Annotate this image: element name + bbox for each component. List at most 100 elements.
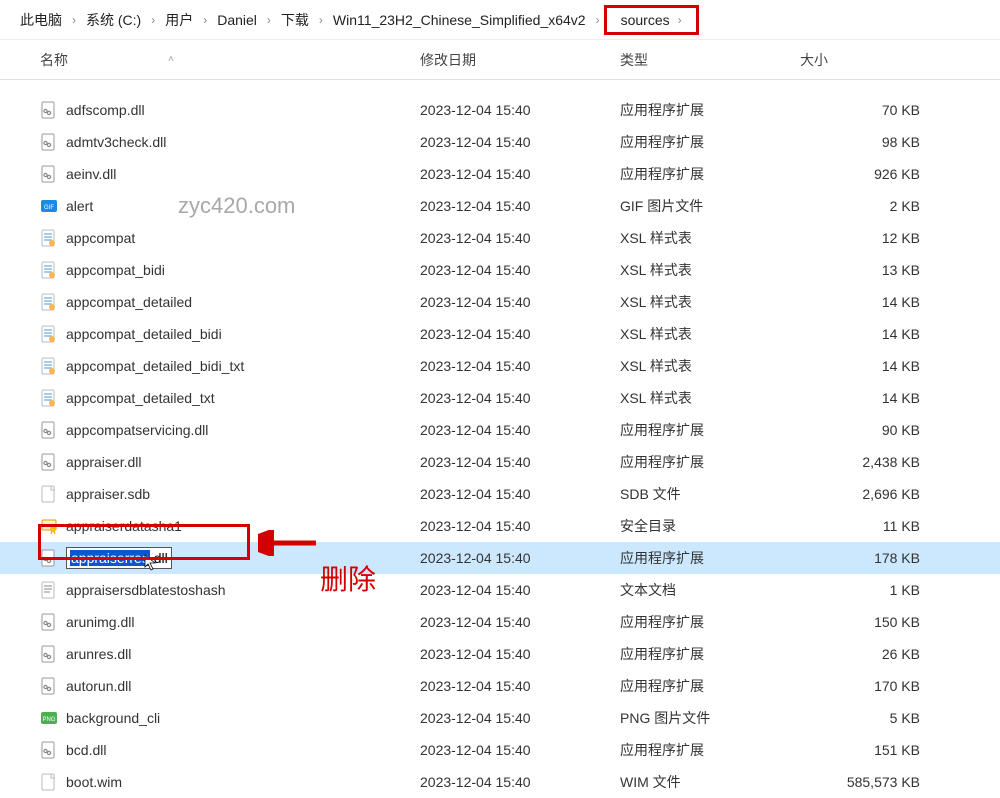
file-row[interactable]: arunres.dll2023-12-04 15:40应用程序扩展26 KB	[0, 638, 1000, 670]
file-size: 98 KB	[800, 134, 940, 150]
file-date: 2023-12-04 15:40	[420, 646, 620, 662]
file-row[interactable]: appraiser.dll2023-12-04 15:40应用程序扩展2,438…	[0, 446, 1000, 478]
dll-file-icon	[40, 165, 58, 183]
file-size: 170 KB	[800, 678, 940, 694]
file-file-icon	[40, 773, 58, 791]
breadcrumb-item-current[interactable]: sources	[617, 10, 674, 30]
column-header-row: 名称 ˄ 修改日期 类型 大小	[0, 40, 1000, 80]
xsl-file-icon	[40, 325, 58, 343]
file-size: 11 KB	[800, 518, 940, 534]
column-header-date[interactable]: 修改日期	[420, 50, 620, 70]
file-row[interactable]: appraisersdblatestoshash2023-12-04 15:40…	[0, 574, 1000, 606]
breadcrumb-item[interactable]: Daniel	[211, 10, 263, 30]
xsl-file-icon	[40, 293, 58, 311]
breadcrumb-item[interactable]: Win11_23H2_Chinese_Simplified_x64v2	[327, 10, 592, 30]
file-row[interactable]: appraiserdatasha12023-12-04 15:40安全目录11 …	[0, 510, 1000, 542]
chevron-right-icon[interactable]: ›	[68, 13, 80, 27]
file-file-icon	[40, 485, 58, 503]
file-name: appcompat_detailed_bidi	[66, 326, 222, 342]
file-type: GIF 图片文件	[620, 196, 800, 216]
file-name: appcompat_detailed_bidi_txt	[66, 358, 244, 374]
file-size: 151 KB	[800, 742, 940, 758]
file-row[interactable]: GIFalert2023-12-04 15:40GIF 图片文件2 KB	[0, 190, 1000, 222]
file-name: arunres.dll	[66, 646, 131, 662]
file-row[interactable]: appraiserres.dll2023-12-04 15:40应用程序扩展17…	[0, 542, 1000, 574]
file-date: 2023-12-04 15:40	[420, 390, 620, 406]
file-name: adfscomp.dll	[66, 102, 145, 118]
file-row[interactable]: appcompat_bidi2023-12-04 15:40XSL 样式表13 …	[0, 254, 1000, 286]
dll-file-icon	[40, 453, 58, 471]
file-size: 12 KB	[800, 230, 940, 246]
file-type: 应用程序扩展	[620, 676, 800, 696]
file-date: 2023-12-04 15:40	[420, 774, 620, 790]
svg-text:GIF: GIF	[44, 205, 54, 211]
file-row[interactable]: arunimg.dll2023-12-04 15:40应用程序扩展150 KB	[0, 606, 1000, 638]
file-type: 应用程序扩展	[620, 452, 800, 472]
file-size: 90 KB	[800, 422, 940, 438]
chevron-right-icon[interactable]: ›	[315, 13, 327, 27]
column-header-type[interactable]: 类型	[620, 50, 800, 70]
breadcrumb-item[interactable]: 此电脑	[14, 8, 68, 32]
chevron-right-icon[interactable]: ›	[263, 13, 275, 27]
file-type: XSL 样式表	[620, 388, 800, 408]
file-row[interactable]: appcompatservicing.dll2023-12-04 15:40应用…	[0, 414, 1000, 446]
file-date: 2023-12-04 15:40	[420, 486, 620, 502]
file-type: XSL 样式表	[620, 260, 800, 280]
file-name: appcompat_bidi	[66, 262, 165, 278]
file-name: bcd.dll	[66, 742, 106, 758]
file-date: 2023-12-04 15:40	[420, 230, 620, 246]
dll-file-icon	[40, 741, 58, 759]
chevron-right-icon[interactable]: ›	[147, 13, 159, 27]
chevron-right-icon[interactable]: ›	[199, 13, 211, 27]
file-type: 应用程序扩展	[620, 740, 800, 760]
file-name: appraisersdblatestoshash	[66, 582, 226, 598]
breadcrumb-item[interactable]: 下载	[275, 8, 315, 32]
breadcrumb-item[interactable]: 系统 (C:)	[80, 8, 147, 32]
file-date: 2023-12-04 15:40	[420, 710, 620, 726]
file-date: 2023-12-04 15:40	[420, 678, 620, 694]
file-name: aeinv.dll	[66, 166, 116, 182]
file-row[interactable]: autorun.dll2023-12-04 15:40应用程序扩展170 KB	[0, 670, 1000, 702]
file-row[interactable]: boot.wim2023-12-04 15:40WIM 文件585,573 KB	[0, 766, 1000, 798]
file-row[interactable]: bcd.dll2023-12-04 15:40应用程序扩展151 KB	[0, 734, 1000, 766]
breadcrumb-item[interactable]: 用户	[159, 8, 199, 32]
file-size: 926 KB	[800, 166, 940, 182]
file-size: 14 KB	[800, 358, 940, 374]
file-size: 178 KB	[800, 550, 940, 566]
dll-file-icon	[40, 421, 58, 439]
file-type: XSL 样式表	[620, 228, 800, 248]
file-name: boot.wim	[66, 774, 122, 790]
svg-text:PNG: PNG	[42, 717, 55, 723]
xsl-file-icon	[40, 357, 58, 375]
file-row[interactable]: appcompat_detailed_txt2023-12-04 15:40XS…	[0, 382, 1000, 414]
file-type: 应用程序扩展	[620, 612, 800, 632]
file-name: admtv3check.dll	[66, 134, 166, 150]
file-type: PNG 图片文件	[620, 708, 800, 728]
file-row[interactable]: appraiser.sdb2023-12-04 15:40SDB 文件2,696…	[0, 478, 1000, 510]
file-row[interactable]: adfscomp.dll2023-12-04 15:40应用程序扩展70 KB	[0, 94, 1000, 126]
column-header-size[interactable]: 大小	[800, 50, 940, 70]
file-type: 应用程序扩展	[620, 132, 800, 152]
file-row[interactable]: appcompat2023-12-04 15:40XSL 样式表12 KB	[0, 222, 1000, 254]
breadcrumb: 此电脑 › 系统 (C:) › 用户 › Daniel › 下载 › Win11…	[0, 0, 1000, 40]
file-name: appraiserdatasha1	[66, 518, 182, 534]
file-row[interactable]: appcompat_detailed_bidi_txt2023-12-04 15…	[0, 350, 1000, 382]
column-header-name-label: 名称	[40, 50, 68, 70]
file-row[interactable]: admtv3check.dll2023-12-04 15:40应用程序扩展98 …	[0, 126, 1000, 158]
file-row[interactable]: appcompat_detailed2023-12-04 15:40XSL 样式…	[0, 286, 1000, 318]
file-row[interactable]: aeinv.dll2023-12-04 15:40应用程序扩展926 KB	[0, 158, 1000, 190]
file-size: 70 KB	[800, 102, 940, 118]
file-date: 2023-12-04 15:40	[420, 518, 620, 534]
file-row[interactable]: PNG background_cli 2023-12-04 15:40PNG 图片文…	[0, 702, 1000, 734]
file-name: arunimg.dll	[66, 614, 134, 630]
file-row[interactable]: appcompat_detailed_bidi2023-12-04 15:40X…	[0, 318, 1000, 350]
chevron-right-icon[interactable]: ›	[592, 13, 604, 27]
dll-file-icon	[40, 133, 58, 151]
file-type: 应用程序扩展	[620, 420, 800, 440]
dll-file-icon	[40, 677, 58, 695]
chevron-right-icon[interactable]: ›	[674, 13, 686, 27]
column-header-name[interactable]: 名称 ˄	[40, 50, 420, 70]
file-name: appcompatservicing.dll	[66, 422, 208, 438]
file-date: 2023-12-04 15:40	[420, 326, 620, 342]
file-name: background_cli	[66, 710, 160, 726]
